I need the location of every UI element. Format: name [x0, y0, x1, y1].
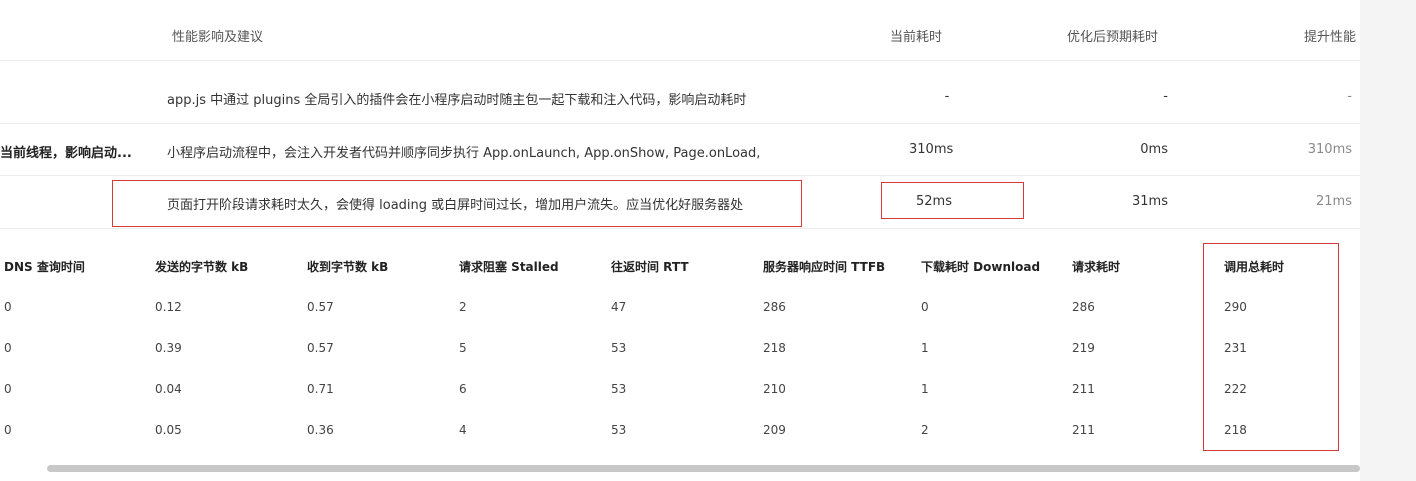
row-3-improvement: 21ms [1316, 194, 1352, 209]
cell-dns: 0 [4, 423, 12, 437]
row-1-optimized: - [1163, 89, 1168, 104]
subtable-header-sent-bytes: 发送的字节数 kB [155, 260, 249, 274]
row-1-description: app.js 中通过 plugins 全局引入的插件会在小程序启动时随主包一起下… [167, 93, 747, 108]
cell-sent: 0.04 [155, 382, 182, 396]
cell-stalled: 5 [459, 341, 467, 355]
subtable-header-received-bytes: 收到字节数 kB [307, 260, 389, 274]
cell-rtt: 47 [611, 300, 627, 314]
row-3-current: 52ms [916, 194, 952, 209]
cell-rtt: 53 [611, 382, 627, 396]
cell-request-time: 211 [1072, 382, 1095, 396]
cell-received: 0.57 [307, 300, 334, 314]
cell-sent: 0.39 [155, 341, 182, 355]
cell-ttfb: 286 [763, 300, 786, 314]
cell-sent: 0.05 [155, 423, 182, 437]
subtable-header-total-time: 调用总耗时 [1224, 260, 1285, 274]
row-3-description: 页面打开阶段请求耗时太久，会使得 loading 或白屏时间过长，增加用户流失。… [167, 198, 744, 213]
cell-rtt: 53 [611, 341, 627, 355]
header-impact: 性能影响及建议 [172, 30, 264, 45]
divider [0, 175, 1360, 176]
cell-request-time: 286 [1072, 300, 1095, 314]
cell-ttfb: 209 [763, 423, 786, 437]
subtable-header-ttfb: 服务器响应时间 TTFB [763, 260, 886, 274]
cell-received: 0.71 [307, 382, 334, 396]
cell-total-time: 231 [1224, 341, 1247, 355]
right-gutter [1360, 0, 1416, 481]
cell-ttfb: 210 [763, 382, 786, 396]
cell-received: 0.57 [307, 341, 334, 355]
horizontal-scrollbar-thumb[interactable] [47, 465, 1360, 472]
subtable-header-dns: DNS 查询时间 [4, 260, 85, 274]
cell-rtt: 53 [611, 423, 627, 437]
cell-download: 1 [921, 341, 929, 355]
cell-dns: 0 [4, 300, 12, 314]
cell-total-time: 218 [1224, 423, 1247, 437]
cell-download: 1 [921, 382, 929, 396]
row-1-improvement: - [1347, 89, 1352, 104]
row-2-optimized: 0ms [1140, 142, 1168, 157]
row-3-optimized: 31ms [1132, 194, 1168, 209]
cell-stalled: 4 [459, 423, 467, 437]
row-2-left-label: 当前线程，影响启动... [0, 146, 132, 161]
cell-received: 0.36 [307, 423, 334, 437]
subtable-header-download: 下载耗时 Download [921, 260, 1041, 274]
divider [0, 60, 1360, 61]
cell-sent: 0.12 [155, 300, 182, 314]
row-2-improvement: 310ms [1307, 142, 1352, 157]
cell-total-time: 290 [1224, 300, 1247, 314]
cell-total-time: 222 [1224, 382, 1247, 396]
subtable-header-request-time: 请求耗时 [1072, 260, 1121, 274]
cell-stalled: 2 [459, 300, 467, 314]
cell-request-time: 211 [1072, 423, 1095, 437]
subtable-header-rtt: 往返时间 RTT [611, 260, 689, 274]
divider [0, 228, 1360, 229]
header-improvement: 提升性能 [1304, 30, 1357, 45]
cell-download: 0 [921, 300, 929, 314]
row-2-description: 小程序启动流程中，会注入开发者代码并顺序同步执行 App.onLaunch, A… [167, 146, 761, 161]
row-1-current: - [944, 89, 950, 104]
cell-download: 2 [921, 423, 929, 437]
header-current-time: 当前耗时 [890, 30, 943, 45]
cell-dns: 0 [4, 341, 12, 355]
cell-request-time: 219 [1072, 341, 1095, 355]
cell-dns: 0 [4, 382, 12, 396]
subtable-header-stalled: 请求阻塞 Stalled [459, 260, 559, 274]
performance-report-panel: 性能影响及建议 当前耗时 优化后预期耗时 提升性能 app.js 中通过 plu… [0, 0, 1416, 481]
header-optimized-time: 优化后预期耗时 [1067, 30, 1159, 45]
cell-ttfb: 218 [763, 341, 786, 355]
divider [0, 123, 1360, 124]
row-2-current: 310ms [909, 142, 954, 157]
cell-stalled: 6 [459, 382, 467, 396]
